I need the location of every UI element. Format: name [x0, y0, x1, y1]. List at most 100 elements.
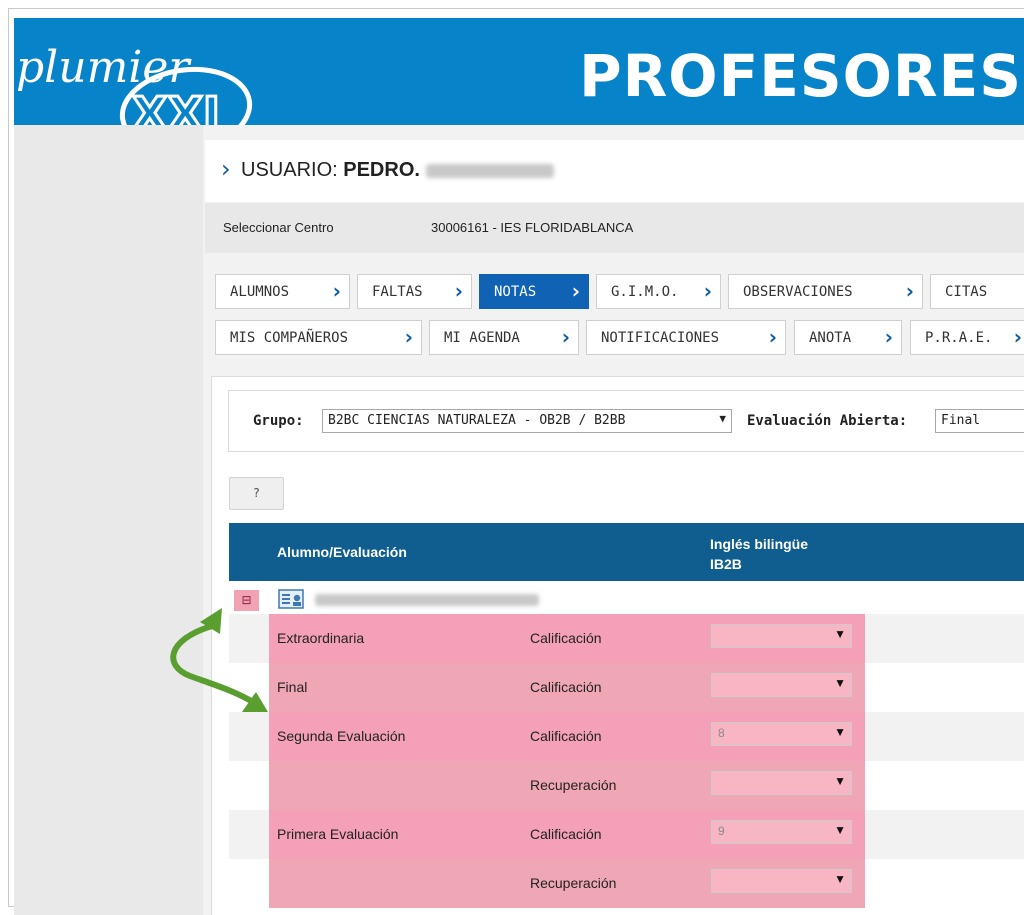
caret-down-icon: ▼	[834, 823, 846, 837]
evaluation-name: Extraordinaria	[277, 630, 365, 646]
evaluation-name: Segunda Evaluación	[277, 728, 406, 744]
tab-alumnos[interactable]: ALUMNOS ›	[215, 274, 350, 309]
redacted-surname	[425, 163, 554, 178]
chevron-right-icon: ›	[905, 279, 914, 303]
user-name: PEDRO.	[343, 159, 420, 181]
evaluacion-label: Evaluación Abierta:	[747, 413, 908, 429]
grade-type: Calificación	[530, 630, 602, 646]
tab-label: G.I.M.O.	[611, 283, 679, 300]
tab-label: ALUMNOS	[230, 283, 290, 300]
tab-observaciones[interactable]: OBSERVACIONES ›	[728, 274, 923, 309]
evaluation-name: Final	[277, 679, 308, 695]
tab-gimo[interactable]: G.I.M.O. ›	[596, 274, 721, 309]
caret-down-icon: ▼	[719, 412, 726, 425]
caret-down-icon: ▼	[834, 676, 846, 690]
evaluacion-select[interactable]: Final	[935, 409, 1024, 433]
tab-label: FALTAS	[372, 283, 423, 300]
row-rest	[865, 859, 1024, 908]
header-title: PROFESORES	[579, 42, 1022, 110]
centro-label: Seleccionar Centro	[223, 220, 334, 235]
green-curved-arrow-icon	[170, 608, 268, 712]
tab-notificaciones[interactable]: NOTIFICACIONES ›	[586, 320, 786, 355]
centro-bar: Seleccionar Centro 30006161 - IES FLORID…	[205, 203, 1024, 253]
user-label: USUARIO: PEDRO.	[241, 159, 554, 182]
chevron-right-icon: ›	[454, 279, 463, 303]
redacted-student-name	[315, 594, 539, 606]
centro-value[interactable]: 30006161 - IES FLORIDABLANCA	[431, 220, 633, 235]
tab-citas[interactable]: CITAS ›	[930, 274, 1024, 309]
row-rest	[865, 810, 1024, 859]
caret-down-icon: ▼	[834, 872, 846, 886]
grade-dropdown[interactable]: ▼	[711, 624, 852, 648]
svg-text:plumier: plumier	[16, 42, 192, 93]
grade-type: Recuperación	[530, 777, 617, 793]
grade-type: Calificación	[530, 826, 602, 842]
tab-label: MI AGENDA	[444, 329, 520, 346]
tab-label: OBSERVACIONES	[743, 283, 853, 300]
chevron-right-icon: ›	[404, 325, 413, 349]
row-rest	[865, 712, 1024, 761]
caret-down-icon: ▼	[834, 774, 846, 788]
subject-name: Inglés bilingüe	[710, 536, 809, 552]
grade-type: Calificación	[530, 679, 602, 695]
grade-dropdown[interactable]: ▼	[711, 771, 852, 795]
grade-value: 8	[718, 726, 725, 740]
grade-value: 9	[718, 824, 725, 838]
caret-down-icon: ▼	[834, 627, 846, 641]
chevron-right-icon: ›	[884, 325, 893, 349]
chevron-right-icon: ›	[221, 155, 231, 183]
chevron-right-icon: ›	[561, 325, 570, 349]
tab-label: MIS COMPAÑEROS	[230, 329, 349, 346]
grupo-label: Grupo:	[253, 413, 304, 429]
grupo-select[interactable]: B2BC CIENCIAS NATURALEZA - OB2B / B2BB ▼	[322, 409, 732, 433]
row-rest	[865, 663, 1024, 712]
chevron-right-icon: ›	[1013, 325, 1022, 349]
column-header-subject: Inglés bilingüe IB2B	[710, 534, 808, 574]
chevron-right-icon: ›	[768, 325, 777, 349]
grade-dropdown[interactable]: 9 ▼	[711, 820, 852, 844]
tab-label: CITAS	[945, 283, 988, 300]
row-rest	[865, 614, 1024, 663]
tab-faltas[interactable]: FALTAS ›	[357, 274, 472, 309]
tab-anota[interactable]: ANOTA ›	[794, 320, 902, 355]
table-row: Extraordinaria Calificación ▼	[229, 614, 1024, 663]
row-spacer	[229, 810, 269, 859]
filter-box: Grupo: B2BC CIENCIAS NATURALEZA - OB2B /…	[228, 390, 1024, 452]
column-header-student: Alumno/Evaluación	[277, 544, 407, 560]
caret-down-icon: ▼	[834, 725, 846, 739]
tab-prae[interactable]: P.R.A.E. ›	[910, 320, 1024, 355]
grade-dropdown[interactable]: 8 ▼	[711, 722, 852, 746]
row-spacer	[229, 859, 269, 908]
table-row: Recuperación ▼	[229, 761, 1024, 810]
grade-type: Calificación	[530, 728, 602, 744]
table-header: Alumno/Evaluación Inglés bilingüe IB2B	[229, 523, 1024, 581]
grupo-select-value: B2BC CIENCIAS NATURALEZA - OB2B / B2BB	[328, 413, 626, 428]
tab-mi-agenda[interactable]: MI AGENDA ›	[429, 320, 579, 355]
chevron-right-icon: ›	[332, 279, 341, 303]
tab-label: ANOTA	[809, 329, 852, 346]
help-button[interactable]: ?	[229, 477, 284, 510]
grade-type: Recuperación	[530, 875, 617, 891]
tab-label: NOTAS	[494, 283, 537, 300]
table-row: Primera Evaluación Calificación 9 ▼	[229, 810, 1024, 859]
row-rest	[865, 761, 1024, 810]
table-row: Final Calificación ▼	[229, 663, 1024, 712]
grade-dropdown[interactable]: ▼	[711, 673, 852, 697]
row-spacer	[229, 761, 269, 810]
tab-mis-companeros[interactable]: MIS COMPAÑEROS ›	[215, 320, 422, 355]
left-sidebar	[14, 125, 203, 915]
user-prefix: USUARIO:	[241, 159, 338, 181]
table-row: Recuperación ▼	[229, 859, 1024, 908]
chevron-right-icon: ›	[571, 279, 580, 303]
table-row: Segunda Evaluación Calificación 8 ▼	[229, 712, 1024, 761]
tab-label: P.R.A.E.	[925, 329, 993, 346]
evaluacion-select-value: Final	[941, 413, 981, 428]
chevron-right-icon: ›	[703, 279, 712, 303]
evaluation-name: Primera Evaluación	[277, 826, 399, 842]
tab-label: NOTIFICACIONES	[601, 329, 720, 346]
subject-code: IB2B	[710, 556, 742, 572]
tab-notas[interactable]: NOTAS ›	[479, 274, 589, 309]
user-bar: › USUARIO: PEDRO.	[205, 140, 1024, 202]
grade-dropdown[interactable]: ▼	[711, 869, 852, 893]
student-card-icon[interactable]	[278, 588, 306, 610]
